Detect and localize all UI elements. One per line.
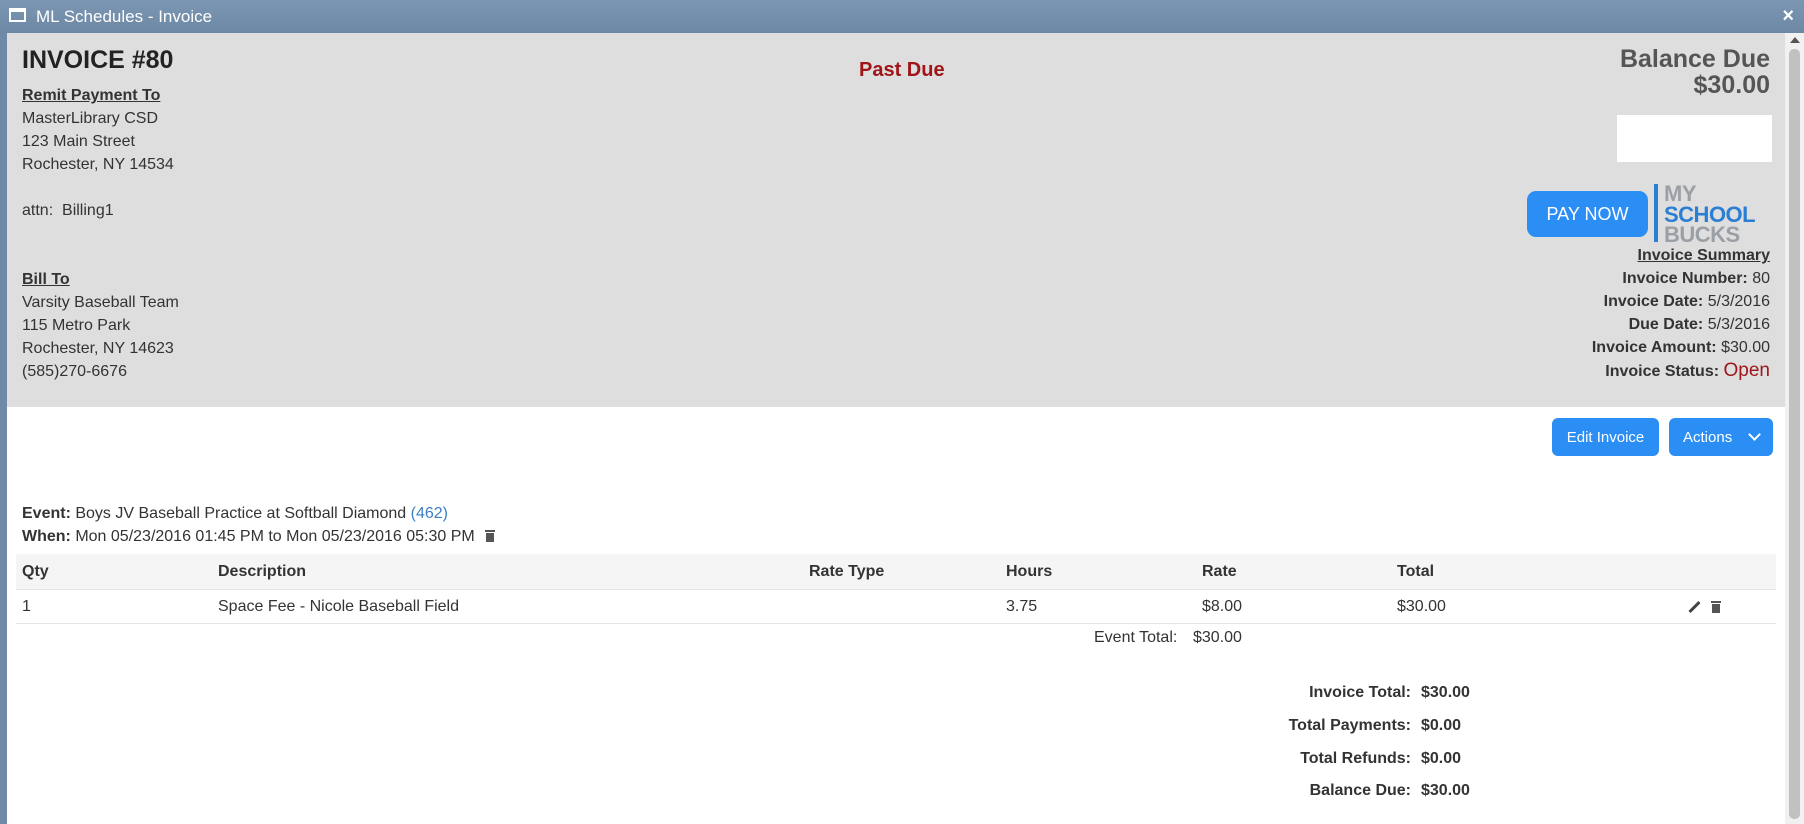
when-line: When: Mon 05/23/2016 01:45 PM to Mon 05/…	[22, 528, 496, 546]
col-hours: Hours	[1006, 563, 1053, 580]
cell-rate: $8.00	[1202, 598, 1243, 615]
invoice-header: INVOICE #80 Past Due Remit Payment To Ma…	[7, 33, 1785, 407]
invoice-total-label: Invoice Total:	[1309, 684, 1411, 701]
invoice-total-value: $30.00	[1421, 684, 1470, 701]
when-label: When:	[22, 528, 71, 545]
chevron-down-icon	[1748, 428, 1761, 441]
close-icon[interactable]: ×	[1782, 5, 1794, 28]
actions-label: Actions	[1683, 428, 1733, 446]
bill-to-label: Bill To	[22, 271, 70, 288]
logo-line-bucks: BUCKS	[1664, 222, 1740, 247]
cell-hours: 3.75	[1006, 598, 1038, 615]
window-titlebar: ML Schedules - Invoice ×	[0, 0, 1804, 33]
trash-icon[interactable]	[1711, 601, 1722, 613]
remit-line: MasterLibrary CSD	[22, 110, 159, 127]
total-payments-label: Total Payments:	[1288, 717, 1411, 734]
summary-due: Due Date: 5/3/2016	[1628, 316, 1770, 333]
remit-line: Rochester, NY 14534	[22, 156, 174, 173]
col-total: Total	[1397, 563, 1435, 580]
bill-to-line: Varsity Baseball Team	[22, 294, 179, 311]
window-title: ML Schedules - Invoice	[36, 7, 213, 26]
remit-line: 123 Main Street	[22, 133, 135, 150]
logo-line-my: MY	[1664, 181, 1697, 206]
event-id-link[interactable]: (462)	[411, 505, 448, 522]
scroll-up-icon[interactable]	[1790, 37, 1800, 43]
summary-amount: Invoice Amount: $30.00	[1591, 339, 1770, 356]
col-rate: Rate	[1202, 563, 1237, 580]
bill-to-line: 115 Metro Park	[22, 317, 131, 334]
when-value: Mon 05/23/2016 01:45 PM to Mon 05/23/201…	[75, 528, 475, 545]
line-items-header: Qty Description Rate Type Hours Rate Tot…	[16, 554, 1776, 590]
edit-invoice-button[interactable]: Edit Invoice	[1552, 418, 1659, 456]
balance-due-label: Balance Due:	[1309, 782, 1411, 799]
event-line: Event: Boys JV Baseball Practice at Soft…	[22, 505, 448, 523]
pay-now-button[interactable]: PAY NOW	[1527, 191, 1648, 237]
event-total-label: Event Total:	[1094, 629, 1178, 646]
col-qty: Qty	[22, 563, 49, 580]
cell-description: Space Fee - Nicole Baseball Field	[218, 598, 460, 615]
balance-label: Balance Due	[1619, 45, 1770, 73]
invoice-content: INVOICE #80 Past Due Remit Payment To Ma…	[7, 33, 1785, 824]
invoice-summary: Invoice Summary Invoice Number: 80 Invoi…	[1592, 244, 1770, 383]
total-refunds-value: $0.00	[1421, 750, 1462, 767]
bill-to-block: Bill To Varsity Baseball Team 115 Metro …	[22, 268, 179, 383]
summary-status: Invoice Status: Open	[1605, 360, 1770, 381]
row-actions	[1688, 599, 1722, 617]
remit-label: Remit Payment To	[22, 87, 161, 104]
balance-value: $30.00	[1693, 71, 1770, 99]
vertical-scrollbar[interactable]	[1785, 33, 1804, 824]
window-icon	[9, 8, 26, 22]
myschoolbucks-logo[interactable]: MY SCHOOL BUCKS	[1654, 181, 1774, 247]
status-open-text: Open	[1723, 360, 1770, 381]
summary-number: Invoice Number: 80	[1622, 270, 1770, 287]
bill-to-line: (585)270-6676	[22, 363, 127, 380]
pencil-icon[interactable]	[1688, 601, 1701, 614]
event-total-value: $30.00	[1193, 629, 1242, 646]
bill-to-line: Rochester, NY 14623	[22, 340, 174, 357]
event-label: Event:	[22, 505, 71, 522]
past-due-badge: Past Due	[859, 59, 945, 81]
invoice-title: INVOICE #80	[22, 46, 174, 74]
event-name: Boys JV Baseball Practice at Softball Di…	[75, 505, 407, 522]
col-description: Description	[218, 563, 307, 580]
cell-qty: 1	[22, 598, 31, 615]
logo-bar	[1654, 184, 1658, 242]
trash-icon[interactable]	[485, 530, 496, 542]
remit-attn: attn: Billing1	[22, 202, 114, 219]
total-payments-value: $0.00	[1421, 717, 1462, 734]
col-rate-type: Rate Type	[809, 563, 885, 580]
balance-due-value: $30.00	[1421, 782, 1470, 799]
total-refunds-label: Total Refunds:	[1300, 750, 1411, 767]
remit-block: Remit Payment To MasterLibrary CSD 123 M…	[22, 84, 174, 222]
summary-date: Invoice Date: 5/3/2016	[1603, 293, 1770, 310]
scroll-thumb[interactable]	[1789, 49, 1800, 819]
cell-total: $30.00	[1397, 598, 1446, 615]
balance-due-header: Balance Due $30.00	[1620, 46, 1770, 98]
actions-dropdown-button[interactable]: Actions	[1669, 418, 1773, 456]
payment-widget-box	[1617, 115, 1772, 162]
summary-title: Invoice Summary	[1637, 247, 1771, 264]
table-row: 1 Space Fee - Nicole Baseball Field 3.75…	[16, 589, 1776, 624]
